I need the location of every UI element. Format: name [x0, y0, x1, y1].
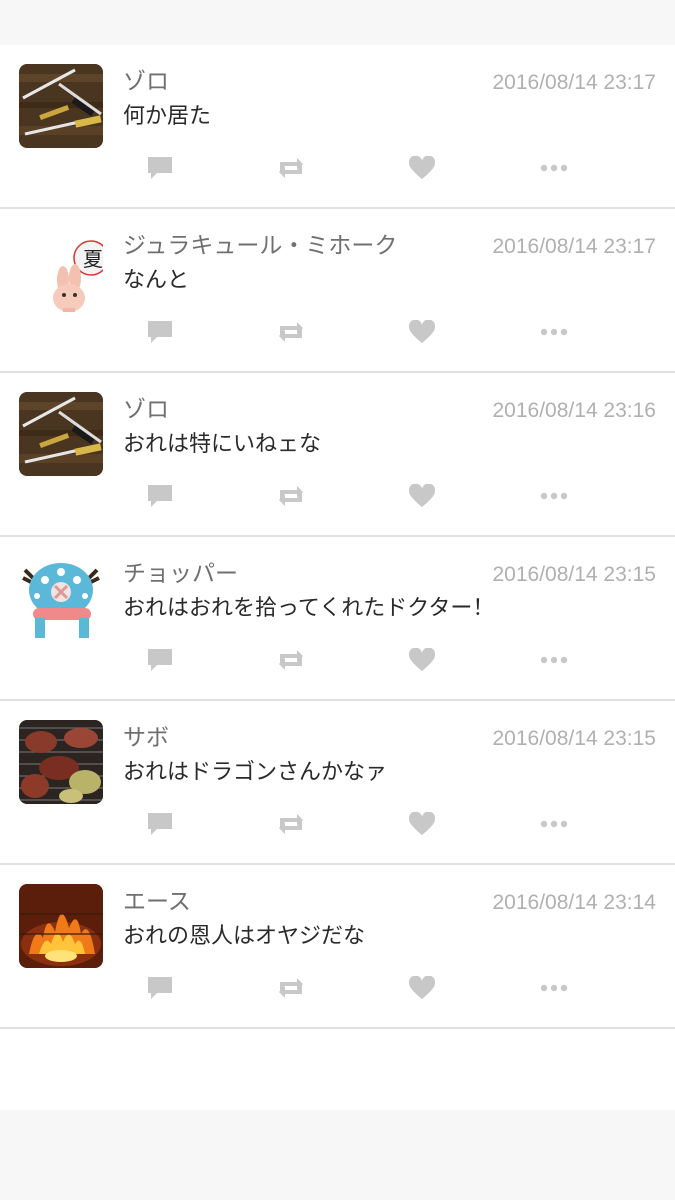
reply-button[interactable] [145, 317, 175, 347]
reply-button[interactable] [145, 481, 175, 511]
more-button[interactable] [539, 153, 569, 183]
like-icon [408, 484, 436, 507]
retweet-button[interactable] [276, 973, 306, 1003]
post-author-name[interactable]: ジュラキュール・ミホーク [123, 231, 397, 261]
bottom-area [0, 1110, 675, 1200]
post-timestamp: 2016/08/14 23:15 [492, 563, 657, 586]
more-button[interactable] [539, 809, 569, 839]
more-icon [540, 492, 568, 500]
post-timestamp: 2016/08/14 23:15 [492, 727, 657, 750]
post-author-name[interactable]: ゾロ [123, 67, 169, 97]
reply-button[interactable] [145, 809, 175, 839]
retweet-icon [279, 486, 303, 506]
like-button[interactable] [407, 973, 437, 1003]
avatar[interactable] [19, 556, 103, 640]
avatar[interactable] [19, 392, 103, 476]
reply-button[interactable] [145, 153, 175, 183]
more-icon [540, 164, 568, 172]
retweet-button[interactable] [276, 317, 306, 347]
retweet-button[interactable] [276, 809, 306, 839]
post-author-name[interactable]: チョッパー [123, 559, 238, 589]
timeline-post[interactable]: サボ 2016/08/14 23:15 おれはドラゴンさんかなァ [0, 701, 675, 865]
timeline-post[interactable]: ゾロ 2016/08/14 23:17 何か居た [0, 45, 675, 209]
avatar[interactable] [19, 884, 103, 968]
rabbit-sticker-avatar-image: 夏 [19, 228, 103, 312]
more-icon [540, 984, 568, 992]
post-text: おれは特にいねェな [123, 432, 322, 457]
post-actions [0, 645, 675, 677]
post-text: なんと [123, 268, 190, 293]
more-icon [540, 656, 568, 664]
timeline-post[interactable]: 夏 ジュラキュール・ミホーク 2016/08/14 23:17 なんと [0, 209, 675, 373]
fire-grill-avatar-image [19, 884, 103, 968]
post-text: おれはドラゴンさんかなァ [123, 760, 388, 785]
avatar[interactable] [19, 64, 103, 148]
timeline-post[interactable]: エース 2016/08/14 23:14 おれの恩人はオヤジだな [0, 865, 675, 1029]
post-actions [0, 973, 675, 1005]
reply-icon [148, 321, 172, 343]
timeline: ゾロ 2016/08/14 23:17 何か居た 夏 ジュラキュール・ミホーク … [0, 45, 675, 1110]
post-text: 何か居た [123, 104, 212, 129]
timeline-post[interactable]: チョッパー 2016/08/14 23:15 おれはおれを拾ってくれたドクター！ [0, 537, 675, 701]
post-actions [0, 809, 675, 841]
like-icon [408, 648, 436, 671]
retweet-button[interactable] [276, 481, 306, 511]
post-author-name[interactable]: サボ [123, 723, 169, 753]
more-button[interactable] [539, 317, 569, 347]
like-icon [408, 976, 436, 999]
post-timestamp: 2016/08/14 23:16 [492, 399, 657, 422]
swords-avatar-image [19, 64, 103, 148]
more-icon [540, 820, 568, 828]
like-icon [408, 156, 436, 179]
more-button[interactable] [539, 973, 569, 1003]
like-button[interactable] [407, 153, 437, 183]
retweet-button[interactable] [276, 645, 306, 675]
like-button[interactable] [407, 317, 437, 347]
post-timestamp: 2016/08/14 23:17 [492, 235, 657, 258]
like-icon [408, 320, 436, 343]
post-author-name[interactable]: エース [123, 887, 191, 917]
reply-icon [148, 157, 172, 179]
post-author-name[interactable]: ゾロ [123, 395, 169, 425]
more-icon [540, 328, 568, 336]
grilled-meat-avatar-image [19, 720, 103, 804]
top-bar [0, 0, 675, 45]
post-timestamp: 2016/08/14 23:14 [492, 891, 657, 914]
post-text: おれの恩人はオヤジだな [123, 924, 366, 949]
post-actions [0, 153, 675, 185]
retweet-icon [279, 650, 303, 670]
post-actions [0, 317, 675, 349]
swords-avatar-image [19, 392, 103, 476]
like-button[interactable] [407, 481, 437, 511]
post-timestamp: 2016/08/14 23:17 [492, 71, 657, 94]
more-button[interactable] [539, 645, 569, 675]
reply-icon [148, 649, 172, 671]
retweet-icon [279, 322, 303, 342]
reply-icon [148, 485, 172, 507]
chopper-hat-avatar-image [19, 556, 103, 640]
like-button[interactable] [407, 645, 437, 675]
reply-icon [148, 813, 172, 835]
retweet-button[interactable] [276, 153, 306, 183]
like-icon [408, 812, 436, 835]
timeline-post[interactable]: ゾロ 2016/08/14 23:16 おれは特にいねェな [0, 373, 675, 537]
reply-button[interactable] [145, 973, 175, 1003]
avatar[interactable] [19, 720, 103, 804]
post-actions [0, 481, 675, 513]
retweet-icon [279, 978, 303, 998]
more-button[interactable] [539, 481, 569, 511]
avatar[interactable]: 夏 [19, 228, 103, 312]
reply-icon [148, 977, 172, 999]
retweet-icon [279, 814, 303, 834]
reply-button[interactable] [145, 645, 175, 675]
svg-text:夏: 夏 [83, 247, 103, 271]
retweet-icon [279, 158, 303, 178]
post-text: おれはおれを拾ってくれたドクター！ [123, 596, 495, 621]
like-button[interactable] [407, 809, 437, 839]
